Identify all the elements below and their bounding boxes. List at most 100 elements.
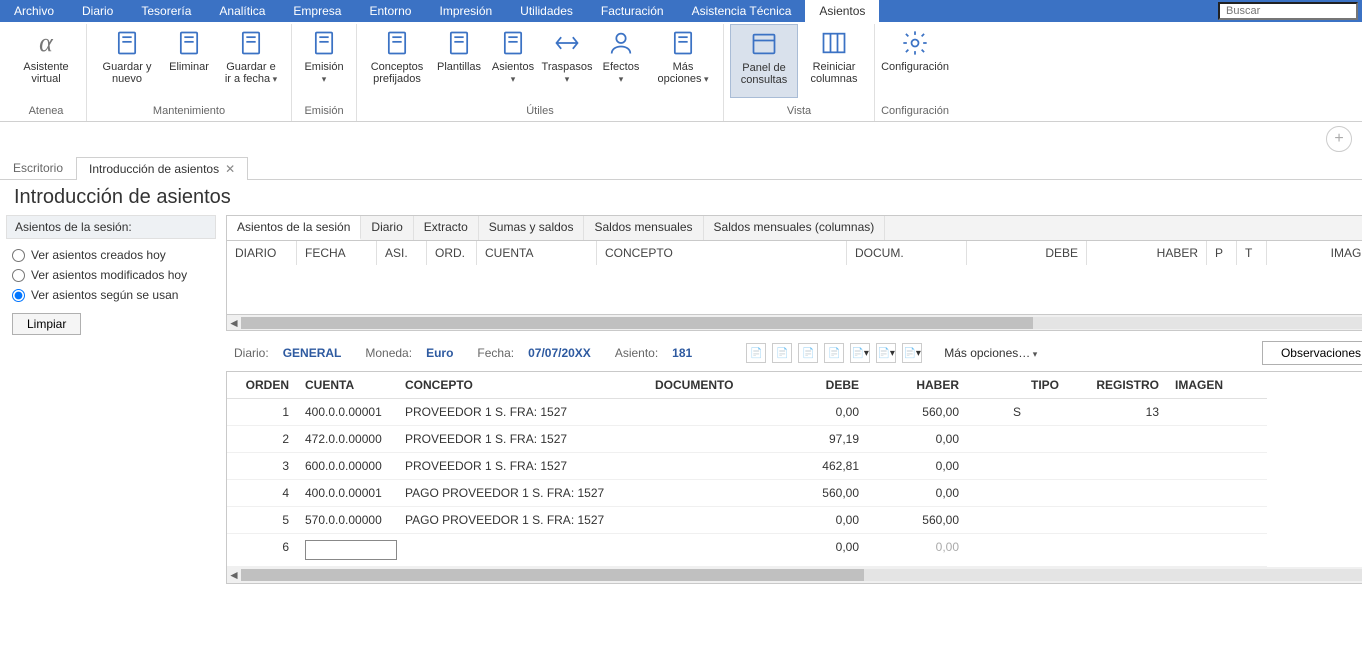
mini-icon-3[interactable]: 📄 <box>798 343 818 363</box>
mas-opciones-dropdown[interactable]: Más opciones… <box>944 346 1037 360</box>
plantillas-label: Plantillas <box>437 61 481 73</box>
scroll-left-icon[interactable]: ◄ <box>227 316 241 330</box>
inner-tab-saldos-mensuales-(columnas)[interactable]: Saldos mensuales (columnas) <box>704 216 886 240</box>
entries-header-registro[interactable]: REGISTRO <box>1067 372 1167 399</box>
emision-button[interactable]: Emisión <box>298 24 350 98</box>
grid-header-asi[interactable]: ASI. <box>377 241 427 265</box>
grid-header-debe[interactable]: DEBE <box>967 241 1087 265</box>
close-icon[interactable]: ✕ <box>225 162 235 176</box>
entries-header-documento[interactable]: DOCUMENTO <box>647 372 767 399</box>
menu-facturación[interactable]: Facturación <box>587 0 678 22</box>
grid-header-imagen[interactable]: IMAGEN <box>1267 241 1362 265</box>
mas-opciones-button[interactable]: Más opciones <box>649 24 717 98</box>
menu-asistencia-técnica[interactable]: Asistencia Técnica <box>678 0 806 22</box>
grid-header-p[interactable]: P <box>1207 241 1237 265</box>
cell-orden: 2 <box>227 426 297 453</box>
radio-input-1[interactable] <box>12 269 25 282</box>
grid-header-haber[interactable]: HABER <box>1087 241 1207 265</box>
entries-header-orden[interactable]: ORDEN <box>227 372 297 399</box>
plantillas-button[interactable]: Plantillas <box>433 24 485 98</box>
conceptos-prefijados-button[interactable]: Conceptos prefijados <box>363 24 431 98</box>
table-row[interactable]: 1400.0.0.00001PROVEEDOR 1 S. FRA: 15270,… <box>227 399 1362 426</box>
mini-icon-5[interactable]: 📄▾ <box>850 343 870 363</box>
table-row[interactable]: 5570.0.0.00000PAGO PROVEEDOR 1 S. FRA: 1… <box>227 507 1362 534</box>
menu-empresa[interactable]: Empresa <box>279 0 355 22</box>
guardar-ir-fecha-button[interactable]: Guardar e ir a fecha <box>217 24 285 98</box>
entries-header-tipo[interactable]: TIPO <box>967 372 1067 399</box>
eliminar-button[interactable]: Eliminar <box>163 24 215 98</box>
mini-icon-1[interactable]: 📄 <box>746 343 766 363</box>
grid-header-t[interactable]: T <box>1237 241 1267 265</box>
panel-consultas-button[interactable]: Panel de consultas <box>730 24 798 98</box>
radio-1[interactable]: Ver asientos modificados hoy <box>12 265 210 285</box>
emision-label: Emisión <box>303 61 345 85</box>
inner-tab-asientos-de-la-sesión[interactable]: Asientos de la sesión <box>227 216 361 240</box>
observaciones-button[interactable]: Observaciones <box>1262 341 1362 365</box>
radio-input-2[interactable] <box>12 289 25 302</box>
menu-analítica[interactable]: Analítica <box>205 0 279 22</box>
menu-asientos[interactable]: Asientos <box>805 0 879 22</box>
entries-header-haber[interactable]: HABER <box>867 372 967 399</box>
mini-icon-4[interactable]: 📄 <box>824 343 844 363</box>
radio-input-0[interactable] <box>12 249 25 262</box>
grid-header-ord[interactable]: ORD. <box>427 241 477 265</box>
guardar-y-nuevo-button[interactable]: Guardar y nuevo <box>93 24 161 98</box>
doc-tab-introducción-de-asientos[interactable]: Introducción de asientos✕ <box>76 157 248 180</box>
configuracion-button[interactable]: Configuración <box>881 24 949 98</box>
traspasos-button[interactable]: Traspasos <box>541 24 593 98</box>
menu-archivo[interactable]: Archivo <box>0 0 68 22</box>
ribbon-group-label: Atenea <box>29 103 64 121</box>
entries-scrollbar[interactable]: ◄ ► <box>227 567 1362 583</box>
table-row[interactable]: 4400.0.0.00001PAGO PROVEEDOR 1 S. FRA: 1… <box>227 480 1362 507</box>
ribbon-group-label: Vista <box>787 103 811 121</box>
table-row[interactable]: 60,000,00 <box>227 534 1362 567</box>
radio-0[interactable]: Ver asientos creados hoy <box>12 245 210 265</box>
efectos-icon <box>605 27 637 59</box>
efectos-button[interactable]: Efectos <box>595 24 647 98</box>
cell-cuenta: 570.0.0.00000 <box>297 507 397 534</box>
ribbon-group-mantenimiento: Guardar y nuevoEliminarGuardar e ir a fe… <box>87 24 292 121</box>
asistente-virtual-button[interactable]: αAsistente virtual <box>12 24 80 98</box>
reiniciar-columnas-button[interactable]: Reiniciar columnas <box>800 24 868 98</box>
menu-entorno[interactable]: Entorno <box>355 0 425 22</box>
mini-icon-7[interactable]: 📄▾ <box>902 343 922 363</box>
scroll-left-icon[interactable]: ◄ <box>227 568 241 582</box>
asientos-util-button[interactable]: Asientos <box>487 24 539 98</box>
table-row[interactable]: 3600.0.0.00000PROVEEDOR 1 S. FRA: 152746… <box>227 453 1362 480</box>
inner-tab-sumas-y-saldos[interactable]: Sumas y saldos <box>479 216 585 240</box>
grid-header-diario[interactable]: DIARIO <box>227 241 297 265</box>
scroll-thumb[interactable] <box>241 317 1033 329</box>
menu-diario[interactable]: Diario <box>68 0 127 22</box>
doc-tab-escritorio[interactable]: Escritorio <box>0 156 76 179</box>
inner-tab-diario[interactable]: Diario <box>361 216 413 240</box>
menu-tesorería[interactable]: Tesorería <box>127 0 205 22</box>
cell-documento <box>647 426 767 453</box>
grid-header-cuenta[interactable]: CUENTA <box>477 241 597 265</box>
scroll-track[interactable] <box>241 569 1362 581</box>
mini-icon-6[interactable]: 📄▾ <box>876 343 896 363</box>
scroll-track[interactable] <box>241 317 1362 329</box>
inner-tab-saldos-mensuales[interactable]: Saldos mensuales <box>584 216 703 240</box>
table-row[interactable]: 2472.0.0.00000PROVEEDOR 1 S. FRA: 152797… <box>227 426 1362 453</box>
mini-icon-2[interactable]: 📄 <box>772 343 792 363</box>
entries-header-concepto[interactable]: CONCEPTO <box>397 372 647 399</box>
grid-header-docum[interactable]: DOCUM. <box>847 241 967 265</box>
search-input[interactable] <box>1218 2 1358 20</box>
cuenta-input[interactable] <box>305 540 397 560</box>
inner-tab-extracto[interactable]: Extracto <box>414 216 479 240</box>
add-button[interactable]: + <box>1326 126 1352 152</box>
grid-header-concepto[interactable]: CONCEPTO <box>597 241 847 265</box>
menu-impresión[interactable]: Impresión <box>425 0 506 22</box>
menu-utilidades[interactable]: Utilidades <box>506 0 587 22</box>
limpiar-button[interactable]: Limpiar <box>12 313 81 335</box>
session-grid-header: DIARIOFECHAASI.ORD.CUENTACONCEPTODOCUM.D… <box>226 241 1362 265</box>
entries-header-debe[interactable]: DEBE <box>767 372 867 399</box>
scroll-thumb[interactable] <box>241 569 864 581</box>
entries-header-imagen[interactable]: IMAGEN <box>1167 372 1267 399</box>
radio-2[interactable]: Ver asientos según se usan <box>12 285 210 305</box>
grid-header-fecha[interactable]: FECHA <box>297 241 377 265</box>
guardar-y-nuevo-icon <box>111 27 143 59</box>
session-grid-scrollbar[interactable]: ◄ ► <box>226 315 1362 331</box>
entries-header-cuenta[interactable]: CUENTA <box>297 372 397 399</box>
cell-haber: 0,00 <box>867 453 967 480</box>
